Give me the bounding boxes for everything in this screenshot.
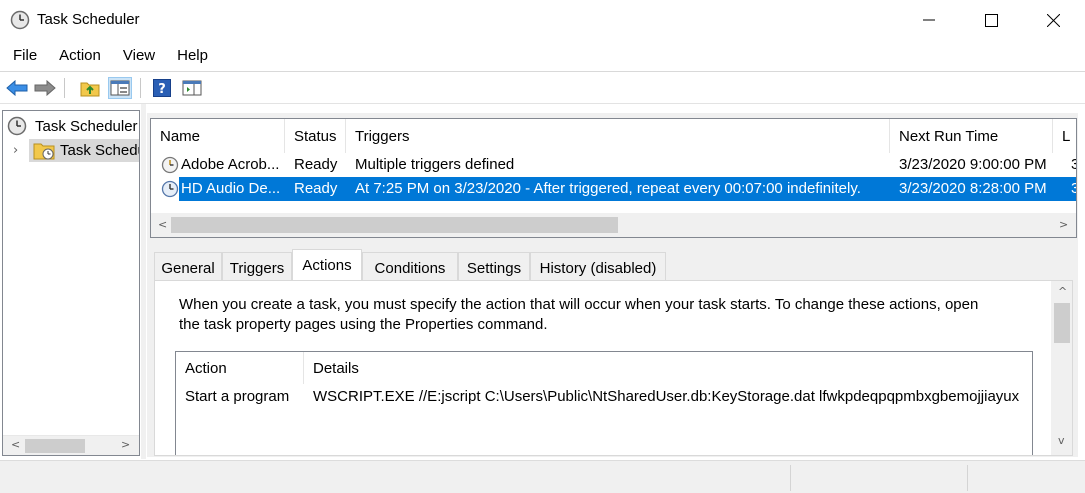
minimize-icon bbox=[923, 19, 935, 21]
actions-vertical-scrollbar[interactable]: ^ v bbox=[1051, 281, 1072, 455]
column-header-next-run-time[interactable]: Next Run Time bbox=[890, 119, 1053, 153]
task-status: Ready bbox=[294, 156, 338, 173]
actions-description: When you create a task, you must specify… bbox=[179, 295, 1039, 335]
menu-view[interactable]: View bbox=[110, 42, 164, 70]
tab-conditions[interactable]: Conditions bbox=[362, 252, 458, 280]
back-arrow-icon bbox=[6, 80, 28, 96]
menu-help[interactable]: Help bbox=[164, 42, 217, 70]
task-name: HD Audio De... bbox=[181, 180, 281, 197]
task-row-selected[interactable]: HD Audio De... Ready At 7:25 PM on 3/23/… bbox=[179, 177, 1076, 201]
scroll-thumb[interactable] bbox=[1054, 303, 1070, 343]
task-name: Adobe Acrob... bbox=[181, 156, 280, 173]
console-tree-icon bbox=[110, 80, 130, 96]
show-hide-console-tree-button[interactable] bbox=[108, 77, 132, 99]
scroll-up-icon[interactable]: ^ bbox=[1058, 285, 1067, 298]
task-list[interactable]: Name Status Triggers Next Run Time L Ado… bbox=[150, 118, 1077, 238]
column-header-details[interactable]: Details bbox=[304, 352, 1032, 384]
actions-tab-content: When you create a task, you must specify… bbox=[154, 280, 1073, 456]
up-folder-button[interactable] bbox=[78, 77, 102, 99]
tree-horizontal-scrollbar[interactable]: < > bbox=[3, 435, 139, 455]
close-icon bbox=[1046, 13, 1060, 27]
action-type: Start a program bbox=[185, 388, 290, 405]
tab-triggers[interactable]: Triggers bbox=[222, 252, 292, 280]
column-header-last[interactable]: L bbox=[1053, 119, 1076, 153]
description-line: When you create a task, you must specify… bbox=[179, 296, 979, 313]
actions-table[interactable]: Action Details Start a program WSCRIPT.E… bbox=[175, 351, 1033, 455]
forward-arrow-icon bbox=[34, 80, 56, 96]
description-line: the task property pages using the Proper… bbox=[179, 316, 548, 333]
task-details-tabs: General Triggers Actions Conditions Sett… bbox=[150, 246, 1077, 456]
close-button[interactable] bbox=[1022, 0, 1084, 40]
scroll-thumb[interactable] bbox=[25, 439, 85, 453]
task-triggers: Multiple triggers defined bbox=[355, 156, 515, 173]
tab-settings[interactable]: Settings bbox=[458, 252, 530, 280]
show-action-pane-button[interactable] bbox=[180, 77, 204, 99]
menu-bar: File Action View Help bbox=[0, 42, 1085, 70]
column-header-action[interactable]: Action bbox=[176, 352, 304, 384]
tree-item-task-scheduler[interactable]: Task Scheduler bbox=[3, 115, 139, 139]
scroll-left-icon[interactable]: < bbox=[11, 438, 20, 451]
help-button[interactable]: ? bbox=[150, 77, 174, 99]
maximize-button[interactable] bbox=[960, 0, 1022, 40]
column-header-status[interactable]: Status bbox=[285, 119, 346, 153]
task-triggers: At 7:25 PM on 3/23/2020 - After triggere… bbox=[355, 180, 861, 197]
folder-clock-icon bbox=[33, 143, 55, 160]
scroll-thumb[interactable] bbox=[171, 217, 618, 233]
column-header-triggers[interactable]: Triggers bbox=[346, 119, 890, 153]
toolbar-separator bbox=[64, 78, 65, 98]
toolbar-separator bbox=[140, 78, 141, 98]
tab-actions[interactable]: Actions bbox=[292, 249, 362, 281]
pane-splitter[interactable] bbox=[141, 104, 146, 459]
scroll-right-icon[interactable]: > bbox=[1059, 218, 1068, 231]
minimize-button[interactable] bbox=[898, 0, 960, 40]
tree-library-label: Task Schedu bbox=[60, 142, 140, 159]
toolbar-divider bbox=[0, 103, 1085, 104]
window-title: Task Scheduler bbox=[37, 11, 140, 28]
column-header-name[interactable]: Name bbox=[151, 119, 285, 153]
task-last-run: 3 bbox=[1071, 156, 1076, 173]
task-next-run: 3/23/2020 9:00:00 PM bbox=[899, 156, 1047, 173]
scroll-down-icon[interactable]: v bbox=[1058, 434, 1065, 447]
svg-text:?: ? bbox=[158, 82, 166, 97]
tab-general[interactable]: General bbox=[154, 252, 222, 280]
task-clock-icon bbox=[161, 156, 179, 174]
tree-item-task-scheduler-library[interactable]: › Task Schedu bbox=[3, 139, 139, 163]
task-row[interactable]: Adobe Acrob... Ready Multiple triggers d… bbox=[151, 153, 1076, 177]
forward-button[interactable] bbox=[33, 77, 57, 99]
action-details: WSCRIPT.EXE //E:jscript C:\Users\Public\… bbox=[313, 388, 1020, 405]
folder-up-icon bbox=[80, 82, 100, 97]
menu-separator bbox=[0, 71, 1085, 72]
clock-icon bbox=[7, 116, 27, 136]
status-separator bbox=[967, 465, 968, 491]
help-icon: ? bbox=[153, 79, 171, 97]
task-list-horizontal-scrollbar[interactable]: < > bbox=[151, 213, 1076, 237]
status-separator bbox=[790, 465, 791, 491]
status-bar bbox=[0, 460, 1085, 493]
task-last-run: 3 bbox=[1071, 180, 1076, 197]
scroll-left-icon[interactable]: < bbox=[158, 218, 167, 231]
action-pane-icon bbox=[182, 80, 202, 96]
title-bar: Task Scheduler bbox=[0, 0, 1085, 40]
task-status: Ready bbox=[294, 180, 338, 197]
console-tree[interactable]: Task Scheduler › Task Schedu < > bbox=[2, 110, 140, 456]
scroll-right-icon[interactable]: > bbox=[121, 438, 130, 451]
clock-icon bbox=[10, 10, 30, 30]
tree-root-label: Task Scheduler bbox=[35, 118, 138, 135]
menu-file[interactable]: File bbox=[0, 42, 46, 70]
menu-action[interactable]: Action bbox=[46, 42, 110, 70]
expand-chevron-icon[interactable]: › bbox=[13, 143, 18, 158]
back-button[interactable] bbox=[5, 77, 29, 99]
maximize-icon bbox=[984, 13, 998, 27]
task-next-run: 3/23/2020 8:28:00 PM bbox=[899, 180, 1047, 197]
tab-history[interactable]: History (disabled) bbox=[530, 252, 666, 280]
toolbar: ? bbox=[0, 74, 1085, 102]
task-clock-icon bbox=[161, 180, 179, 198]
